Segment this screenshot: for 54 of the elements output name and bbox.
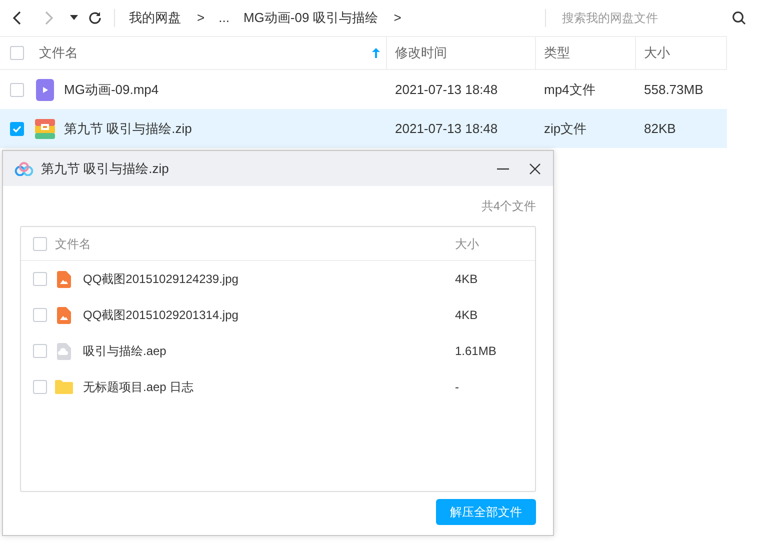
breadcrumb[interactable]: 我的网盘 [129,8,181,28]
file-icon [57,342,71,360]
archive-icon [35,118,55,138]
folder-icon [55,380,73,394]
file-name: QQ截图20151029124239.jpg [83,271,240,288]
cloud-logo-icon [14,162,34,176]
image-file-icon [57,270,71,288]
close-icon[interactable] [529,162,541,174]
file-type: mp4文件 [543,80,596,99]
checkbox[interactable] [10,82,24,96]
checkbox[interactable] [33,344,47,358]
checkmark-icon [12,124,22,134]
file-size: - [455,379,459,396]
breadcrumb-separator: > [197,9,205,28]
file-row[interactable]: 第九节 吸引与描绘.zip 2021-07-13 18:48 zip文件 82KB [0,109,727,148]
checkbox[interactable] [33,308,47,322]
back-icon[interactable] [12,11,22,25]
refresh-icon[interactable] [88,11,102,25]
video-file-icon [36,78,54,100]
breadcrumb-separator: > [394,9,402,28]
file-name: 无标题项目.aep 日志 [83,379,195,396]
search-field[interactable]: 搜索我的网盘文件 [562,9,722,27]
modified-time: 2021-07-13 18:48 [394,80,499,99]
search-icon[interactable] [732,11,746,25]
file-size: 1.61MB [455,343,496,360]
file-name: QQ截图20151029201314.jpg [83,307,240,324]
file-count: 共4个文件 [481,198,536,215]
image-file-icon [57,306,71,324]
checkbox[interactable] [10,46,24,60]
modified-time: 2021-07-13 18:48 [394,120,499,138]
checkbox[interactable] [33,272,47,286]
sort-arrow-icon[interactable] [372,48,380,58]
file-name: 第九节 吸引与描绘.zip [64,120,192,138]
checkbox[interactable] [33,380,47,394]
breadcrumb[interactable]: ... [218,8,230,28]
forward-icon[interactable] [44,11,54,25]
column-header[interactable]: 文件名 [39,43,78,63]
file-name: MG动画-09.mp4 [64,80,159,99]
column-header[interactable]: 类型 [544,43,570,63]
file-size: 4KB [455,307,478,324]
checkbox[interactable] [10,122,24,136]
dialog-title: 第九节 吸引与描绘.zip [41,160,169,178]
file-name: 吸引与描绘.aep [83,343,168,360]
dropdown-icon[interactable] [70,15,78,21]
file-size: 4KB [455,271,478,288]
file-size: 82KB [643,120,676,138]
column-header[interactable]: 大小 [644,43,670,63]
file-type: zip文件 [543,120,588,138]
column-header: 大小 [455,236,479,252]
breadcrumb[interactable]: MG动画-09 吸引与描绘 [243,8,378,28]
checkbox[interactable] [33,236,47,250]
column-header: 文件名 [55,236,92,252]
file-size: 558.73MB [643,80,704,99]
column-header[interactable]: 修改时间 [395,43,447,63]
